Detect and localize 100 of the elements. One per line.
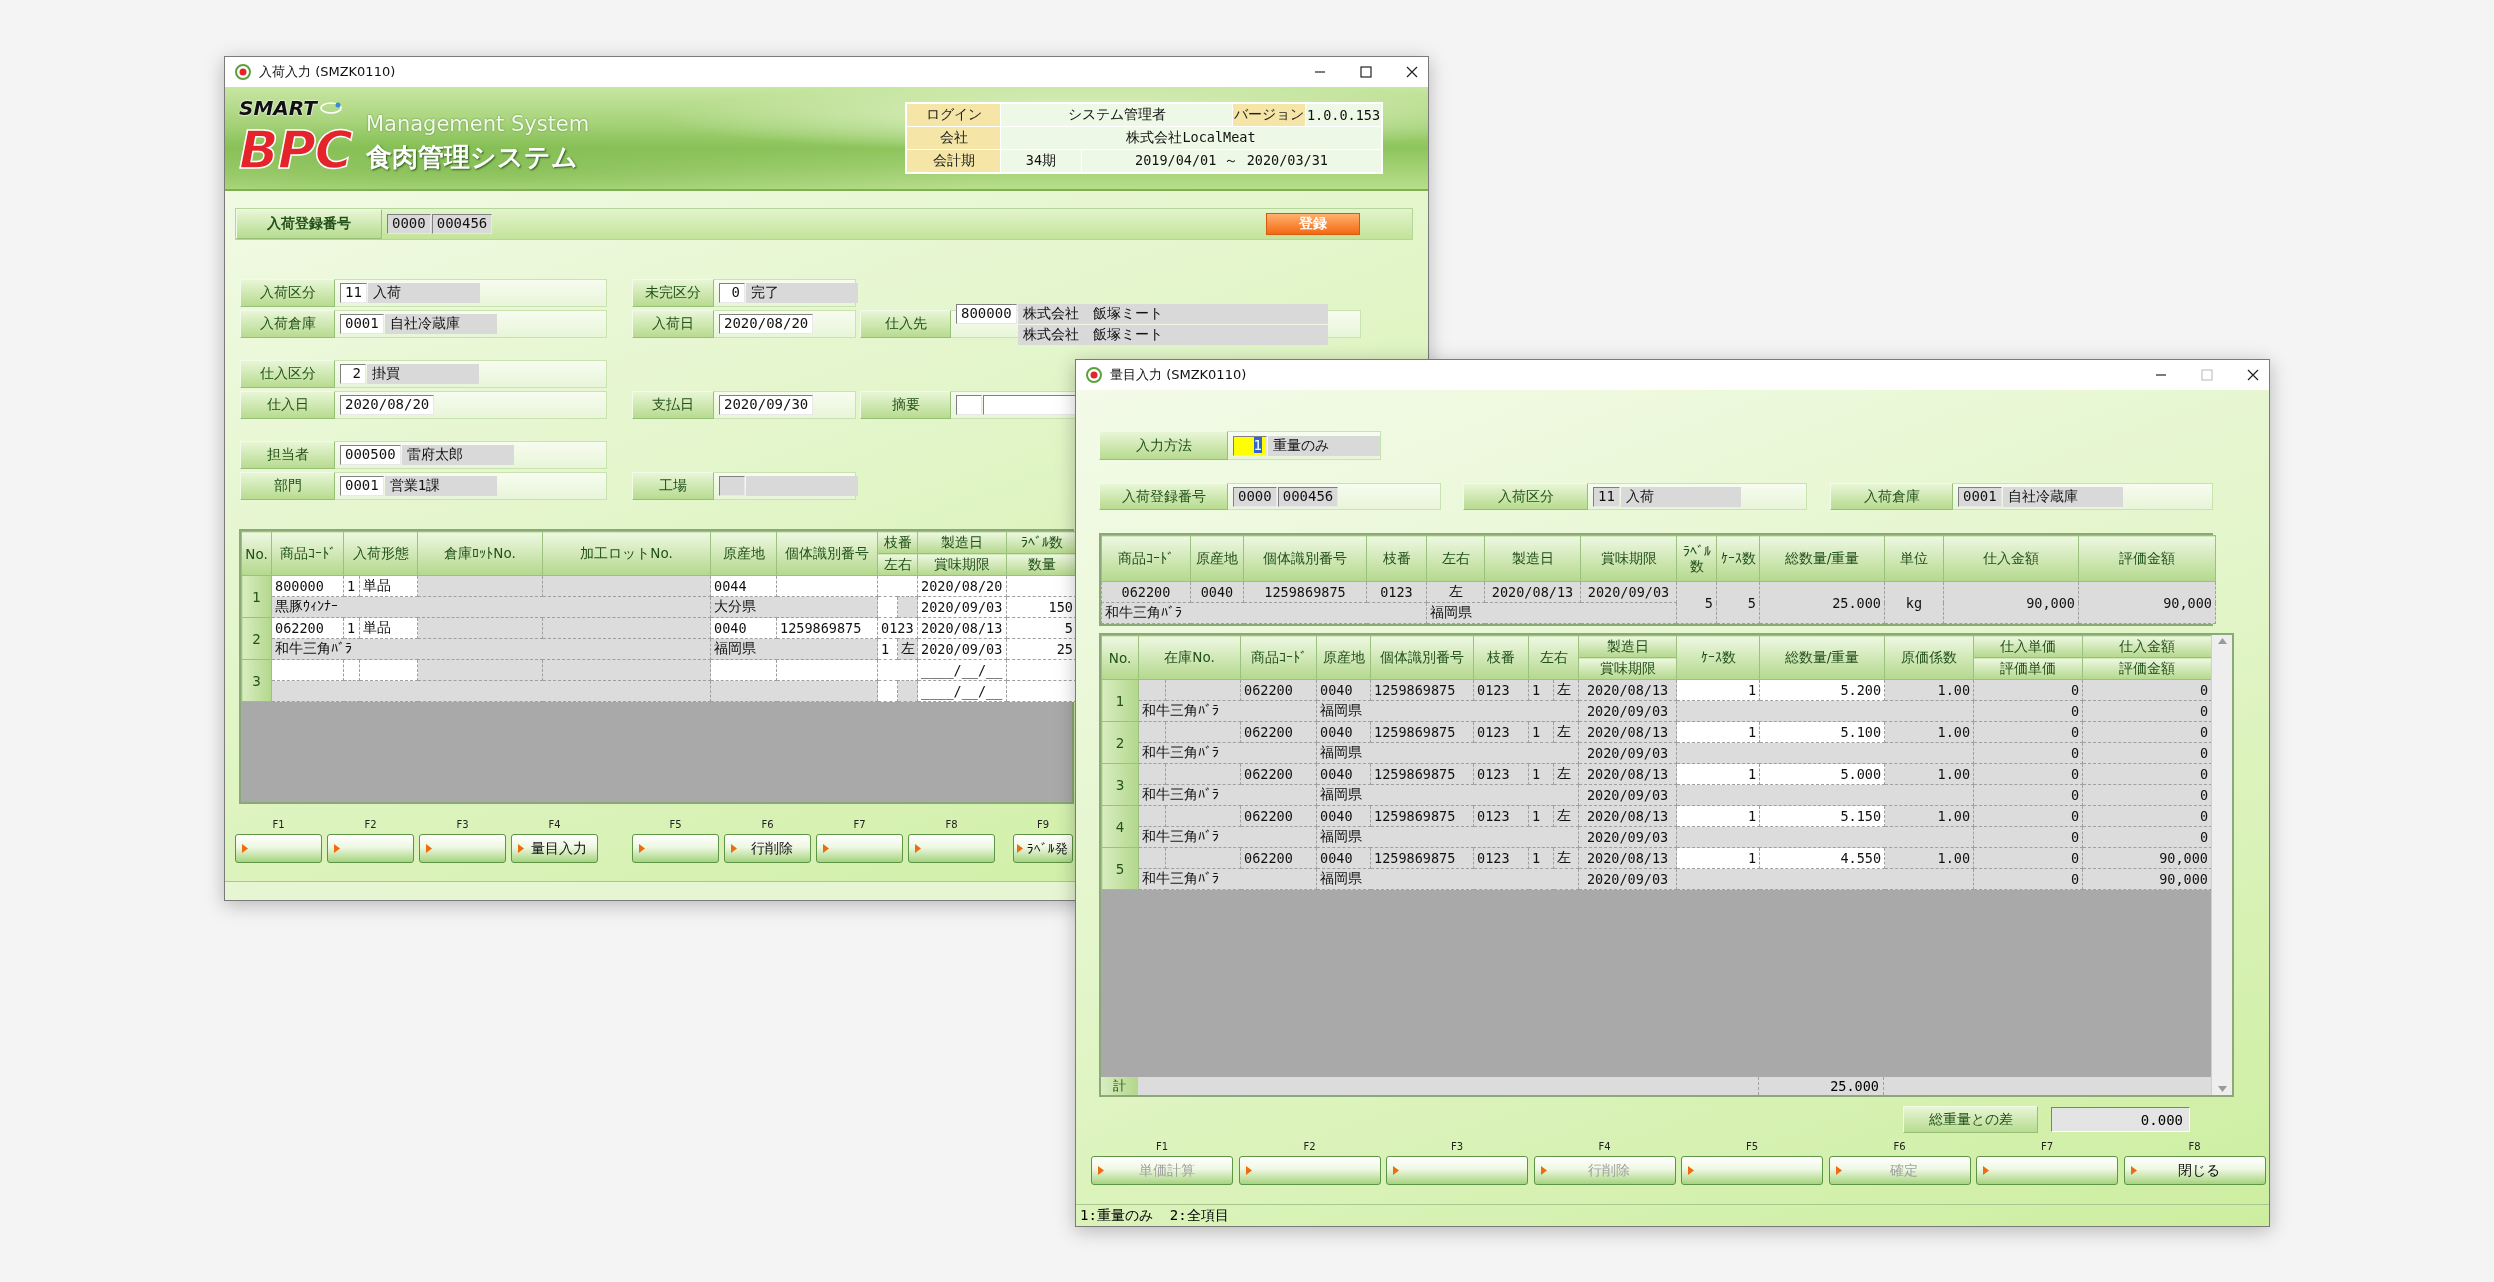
input-field[interactable]: 自社冷蔵庫 [2002, 486, 2123, 507]
input-field[interactable]: 0 [719, 283, 745, 303]
function-key-button[interactable] [632, 834, 719, 863]
function-key-button[interactable]: 量目入力 [511, 834, 598, 863]
table-cell: 大分県 [710, 596, 878, 618]
input-field[interactable]: 11 [1593, 486, 1620, 507]
key-label: F5 [669, 819, 682, 831]
input-field[interactable]: 入荷 [367, 283, 480, 303]
column-header: 賞味期限 [1580, 535, 1677, 582]
input-field[interactable]: 0001 [340, 476, 384, 496]
input-field[interactable]: 2020/08/20 [719, 314, 814, 334]
input-field[interactable]: 株式会社 飯塚ミート [1017, 303, 1328, 324]
input-field[interactable]: 800000 [956, 303, 1017, 324]
triangle-icon [1098, 1166, 1104, 1175]
column-header: 商品ｺｰﾄﾞ [271, 531, 344, 576]
table-cell: 150 [1006, 596, 1077, 618]
orbit-icon [319, 101, 342, 115]
input-field[interactable]: 0001 [1958, 486, 2002, 507]
input-field[interactable]: 0001 [340, 314, 384, 334]
function-key-button[interactable]: 閉じる [2123, 1156, 2266, 1185]
table-cell: 1259869875 [776, 617, 878, 639]
table-cell: 福岡県 [710, 638, 878, 660]
row-number: 3 [1101, 763, 1139, 806]
table-cell: 和牛三角ﾊﾞﾗ [1138, 784, 1317, 806]
triangle-icon [1983, 1166, 1989, 1175]
triangle-icon [2130, 1166, 2137, 1175]
key-label: F2 [364, 819, 377, 831]
function-key-button[interactable] [419, 834, 506, 863]
table-cell: kg [1884, 581, 1944, 624]
table-cell: 25.000 [1759, 1077, 1884, 1095]
field-label: 未完区分 [632, 279, 714, 307]
column-header: ｹｰｽ数 [1716, 535, 1760, 582]
input-field[interactable]: 完了 [746, 283, 858, 303]
close-icon[interactable] [1406, 66, 1418, 78]
column-header: No. [1101, 635, 1139, 680]
close-icon[interactable] [2247, 369, 2259, 381]
window-title: 量目入力 (SMZK0110) [1110, 366, 1247, 384]
triangle-icon [639, 844, 645, 853]
field-label: 部門 [240, 472, 335, 500]
input-field[interactable]: 11 [340, 283, 367, 303]
input-field[interactable]: 入荷 [1620, 486, 1741, 507]
status-text: 1:重量のみ 2:全項目 [1076, 1204, 2269, 1226]
table-cell: 2020/09/03 [917, 638, 1007, 660]
table-cell: 和牛三角ﾊﾞﾗ [1138, 826, 1317, 848]
key-label: F7 [2040, 1141, 2054, 1153]
scroll-down-icon[interactable] [2217, 1086, 2227, 1092]
column-header: 枝番 [877, 531, 918, 554]
info-label: 会計期 [907, 150, 1000, 172]
input-field[interactable]: 1 [1233, 435, 1267, 456]
table-cell: 25.000 [1759, 581, 1885, 624]
triangle-icon [334, 844, 340, 853]
input-field[interactable]: 000456 [1277, 486, 1339, 507]
input-field[interactable]: 株式会社 飯塚ミート [1017, 324, 1328, 345]
input-field[interactable]: 重量のみ [1268, 435, 1380, 456]
column-header: 仕入単価 [1973, 635, 2083, 658]
function-key-button[interactable] [327, 834, 414, 863]
table-cell: 1259869875 [1370, 847, 1474, 869]
input-field[interactable]: 0.000 [2051, 1107, 2190, 1132]
maximize-icon[interactable] [1360, 66, 1372, 78]
function-key-button[interactable] [235, 834, 322, 863]
field-label: 入荷区分 [240, 279, 335, 307]
function-key-button[interactable] [1976, 1156, 2118, 1185]
table-cell: 0123 [1473, 721, 1529, 743]
table-cell: 0 [2082, 763, 2212, 785]
input-field[interactable]: 営業1課 [384, 476, 497, 496]
column-header: 枝番 [1366, 535, 1427, 582]
input-field[interactable]: 0000 [387, 214, 431, 234]
input-field[interactable]: 掛買 [367, 364, 479, 384]
table-cell: 5 [1006, 617, 1077, 639]
function-key-button[interactable] [1386, 1156, 1528, 1185]
field-label: 入荷区分 [1463, 483, 1588, 510]
table-cell: 福岡県 [1316, 742, 1579, 764]
table-cell: 5.000 [1759, 763, 1885, 785]
input-field[interactable]: 000500 [340, 445, 401, 465]
info-label: バージョン [1233, 104, 1305, 126]
triangle-icon [1393, 1166, 1399, 1175]
input-field[interactable]: 2020/09/30 [719, 395, 814, 415]
field-label: 支払日 [632, 391, 714, 419]
function-key-button[interactable] [908, 834, 995, 863]
input-field[interactable]: 000456 [431, 214, 493, 234]
input-field[interactable]: 2020/08/20 [340, 395, 435, 415]
function-key-button[interactable]: ﾗﾍﾞﾙ発 [1013, 834, 1073, 863]
input-field[interactable]: 2 [340, 364, 366, 384]
input-field[interactable] [956, 395, 982, 415]
function-key-button[interactable] [816, 834, 903, 863]
input-field[interactable] [719, 476, 745, 496]
field-label: 入荷日 [632, 310, 714, 338]
input-field[interactable]: 0000 [1233, 486, 1277, 507]
function-key-button[interactable] [1681, 1156, 1823, 1185]
table-cell: 0 [1973, 805, 2083, 827]
table-cell: 90,000 [2082, 868, 2212, 890]
column-header: 商品ｺｰﾄﾞ [1101, 535, 1191, 582]
row-number: 2 [1101, 721, 1139, 764]
input-field[interactable]: 雷府太郎 [401, 445, 514, 465]
function-key-button[interactable]: 行削除 [724, 834, 811, 863]
column-header: 枝番 [1473, 635, 1529, 680]
input-field[interactable]: 自社冷蔵庫 [384, 314, 497, 334]
scroll-up-icon[interactable] [2217, 638, 2227, 644]
function-key-button[interactable] [1238, 1156, 1381, 1185]
table-cell: 1.00 [1884, 763, 1974, 785]
